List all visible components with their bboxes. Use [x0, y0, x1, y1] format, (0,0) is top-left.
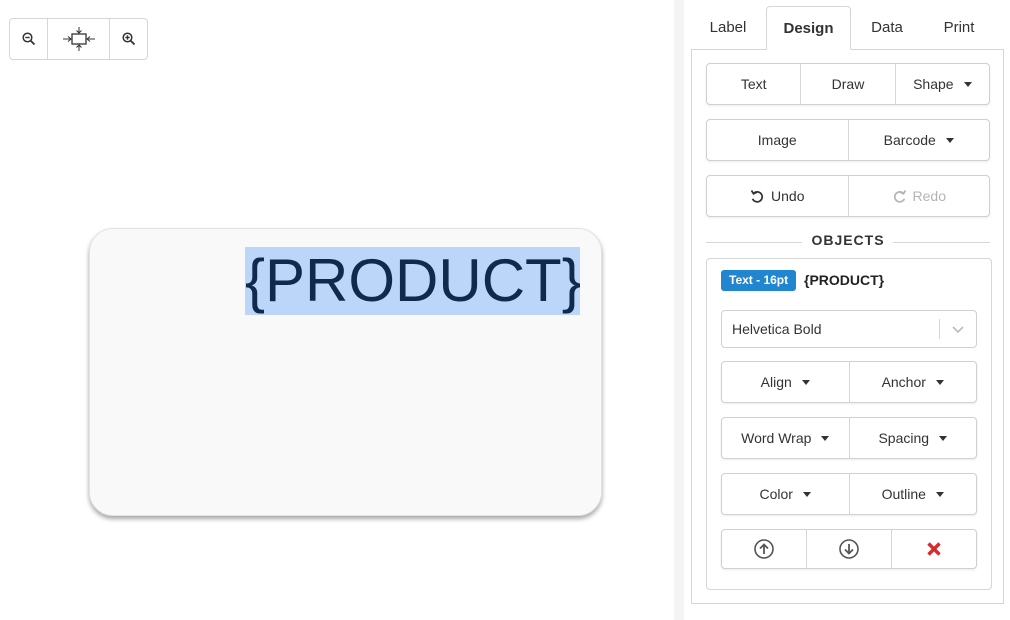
- redo-icon: [893, 189, 906, 203]
- tab-bar: Label Design Data Print: [691, 6, 1004, 50]
- caret-down-icon: [935, 491, 944, 497]
- caret-down-icon: [945, 137, 954, 143]
- barcode-dropdown-label: Barcode: [883, 132, 936, 148]
- color-dropdown[interactable]: Color: [722, 474, 850, 514]
- delete-object-button[interactable]: [892, 530, 976, 568]
- image-button-label: Image: [757, 132, 797, 148]
- canvas-area: {PRODUCT}: [0, 0, 674, 620]
- insert-tools-row-2: Image Barcode: [706, 119, 990, 161]
- objects-heading: OBJECTS: [706, 232, 990, 252]
- align-dropdown-label: Align: [760, 374, 792, 390]
- color-outline-row: Color Outline: [721, 473, 977, 515]
- caret-down-icon: [935, 379, 944, 385]
- objects-heading-text: OBJECTS: [811, 232, 885, 248]
- wrap-spacing-row: Word Wrap Spacing: [721, 417, 977, 459]
- zoom-toolbar: [9, 18, 148, 60]
- shape-dropdown-label: Shape: [913, 76, 954, 92]
- send-backward-button[interactable]: [807, 530, 892, 568]
- caret-down-icon: [801, 379, 810, 385]
- undo-button[interactable]: Undo: [707, 176, 849, 216]
- tab-design[interactable]: Design: [766, 6, 851, 50]
- draw-button[interactable]: Draw: [801, 64, 896, 104]
- shape-dropdown[interactable]: Shape: [896, 64, 989, 104]
- design-panel: Text Draw Shape Image Barcode Undo Redo …: [691, 49, 1004, 604]
- font-select-value: Helvetica Bold: [732, 321, 822, 337]
- redo-button[interactable]: Redo: [849, 176, 990, 216]
- bring-forward-button[interactable]: [722, 530, 808, 568]
- zoom-out-icon: [21, 32, 35, 46]
- align-anchor-row: Align Anchor: [721, 361, 977, 403]
- tab-data[interactable]: Data: [851, 6, 923, 49]
- caret-down-icon: [939, 435, 948, 441]
- fit-to-screen-button[interactable]: [48, 19, 110, 59]
- anchor-dropdown-label: Anchor: [881, 374, 926, 390]
- object-type-badge: Text - 16pt: [721, 270, 797, 291]
- undo-icon: [750, 189, 764, 203]
- zoom-in-icon: [121, 32, 135, 46]
- spacing-dropdown-label: Spacing: [878, 430, 930, 446]
- label-text-object[interactable]: {PRODUCT}: [245, 247, 580, 315]
- color-dropdown-label: Color: [759, 486, 793, 502]
- draw-button-label: Draw: [831, 76, 865, 92]
- label-preview[interactable]: {PRODUCT}: [89, 228, 602, 516]
- delete-x-icon: [927, 542, 941, 556]
- panel-divider: [674, 0, 684, 620]
- object-actions-row: [721, 529, 977, 569]
- tab-label[interactable]: Label: [693, 6, 763, 49]
- image-button[interactable]: Image: [707, 120, 849, 160]
- redo-button-label: Redo: [912, 188, 946, 204]
- arrow-circle-down-icon: [839, 539, 859, 559]
- object-name: {PRODUCT}: [804, 272, 885, 288]
- selected-object-editor: Text - 16pt {PRODUCT} Helvetica Bold Ali…: [706, 258, 992, 590]
- text-button-label: Text: [740, 76, 767, 92]
- anchor-dropdown[interactable]: Anchor: [850, 362, 977, 402]
- undo-button-label: Undo: [771, 188, 805, 204]
- insert-tools-row-1: Text Draw Shape: [706, 63, 990, 105]
- word-wrap-dropdown[interactable]: Word Wrap: [722, 418, 850, 458]
- chevron-down-icon: [952, 326, 964, 334]
- select-separator: [939, 319, 940, 339]
- word-wrap-dropdown-label: Word Wrap: [741, 430, 812, 446]
- outline-dropdown-label: Outline: [881, 486, 926, 502]
- caret-down-icon: [802, 491, 811, 497]
- fit-to-screen-icon: [62, 27, 95, 51]
- arrow-circle-up-icon: [754, 539, 774, 559]
- zoom-in-button[interactable]: [110, 19, 147, 59]
- caret-down-icon: [821, 435, 830, 441]
- zoom-out-button[interactable]: [10, 19, 48, 59]
- side-panel: Label Design Data Print Text Draw Shape …: [691, 6, 1004, 604]
- text-button[interactable]: Text: [707, 64, 802, 104]
- spacing-dropdown[interactable]: Spacing: [850, 418, 977, 458]
- align-dropdown[interactable]: Align: [722, 362, 850, 402]
- tab-print[interactable]: Print: [925, 6, 993, 49]
- outline-dropdown[interactable]: Outline: [850, 474, 977, 514]
- barcode-dropdown[interactable]: Barcode: [849, 120, 990, 160]
- font-select[interactable]: Helvetica Bold: [721, 310, 977, 348]
- caret-down-icon: [963, 81, 972, 87]
- history-row: Undo Redo: [706, 175, 990, 217]
